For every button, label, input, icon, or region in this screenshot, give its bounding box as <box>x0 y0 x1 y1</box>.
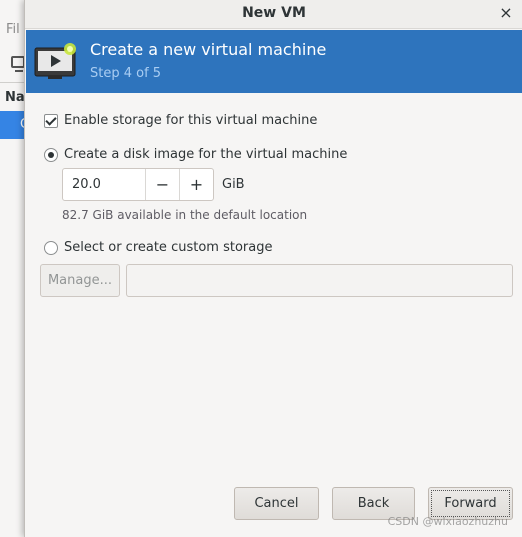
disk-size-input[interactable]: 20.0 <box>63 169 145 200</box>
background-divider <box>0 82 24 83</box>
monitor-play-icon <box>34 43 76 79</box>
custom-storage-label[interactable]: Select or create custom storage <box>64 240 272 255</box>
custom-storage-radio[interactable] <box>44 240 58 255</box>
background-window: Fil Na C <box>0 0 29 537</box>
disk-image-option[interactable]: Create a disk image for the virtual mach… <box>44 147 347 162</box>
custom-storage-option[interactable]: Select or create custom storage <box>44 240 272 255</box>
background-selected-row: C <box>0 111 29 139</box>
custom-storage-path-field <box>126 264 513 297</box>
wizard-step: Step 4 of 5 <box>90 66 162 81</box>
disk-size-spinbutton[interactable]: 20.0 − + <box>62 168 214 201</box>
increment-button[interactable]: + <box>179 169 213 200</box>
disk-image-radio[interactable] <box>44 147 58 162</box>
new-vm-dialog: New VM × Create a new virtual machine St… <box>24 0 522 537</box>
enable-storage-row[interactable]: Enable storage for this virtual machine <box>44 113 317 128</box>
close-button[interactable]: × <box>497 4 515 22</box>
size-unit-label: GiB <box>222 177 245 192</box>
wizard-header: Create a new virtual machine Step 4 of 5 <box>26 30 522 93</box>
wizard-title: Create a new virtual machine <box>90 40 327 59</box>
computer-icon <box>11 56 25 72</box>
cancel-button[interactable]: Cancel <box>234 487 319 520</box>
enable-storage-checkbox[interactable] <box>44 113 58 128</box>
background-menu-file: Fil <box>6 22 20 37</box>
decrement-button[interactable]: − <box>145 169 179 200</box>
watermark: CSDN @wlxiaozhuzhu <box>387 515 508 528</box>
manage-button: Manage... <box>40 264 120 297</box>
background-column-name: Na <box>5 90 25 105</box>
disk-image-label[interactable]: Create a disk image for the virtual mach… <box>64 147 347 162</box>
titlebar: New VM × <box>25 0 522 29</box>
enable-storage-label[interactable]: Enable storage for this virtual machine <box>64 113 317 128</box>
available-space-text: 82.7 GiB available in the default locati… <box>62 208 308 222</box>
dialog-title: New VM <box>242 5 306 21</box>
